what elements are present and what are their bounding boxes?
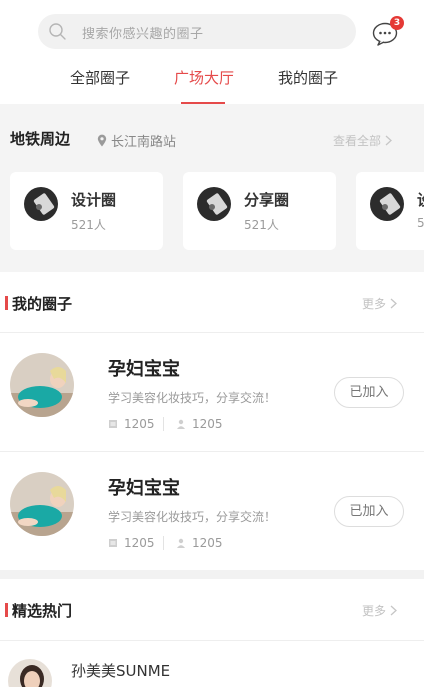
- my-groups-title: 我的圈子: [12, 295, 73, 313]
- nearby-card[interactable]: 设 5: [356, 172, 424, 250]
- my-groups-more-link[interactable]: 更多: [362, 295, 397, 312]
- group-avatar: [10, 472, 74, 536]
- search-bar[interactable]: 搜索你感兴趣的圈子: [38, 14, 356, 49]
- tab-plaza[interactable]: 广场大厅: [174, 67, 234, 88]
- heading-accent-bar: [5, 296, 8, 310]
- messages-button[interactable]: 3: [372, 16, 404, 46]
- card-name: 设: [417, 189, 424, 210]
- my-groups-section: 我的圈子 更多 孕妇宝宝 学习美容化妆技巧，分享交流！ 1205 1205 已加…: [0, 272, 424, 570]
- group-logo-icon: [197, 187, 231, 221]
- member-count: 1205: [176, 536, 223, 550]
- member-count-value: 1205: [192, 417, 223, 431]
- tab-bar: 全部圈子 广场大厅 我的圈子: [0, 64, 424, 104]
- group-logo-icon: [24, 187, 58, 221]
- user-icon: [177, 419, 185, 429]
- group-name: 孕妇宝宝: [108, 478, 180, 499]
- heading-accent-bar: [5, 603, 8, 617]
- card-count: 521人: [244, 218, 279, 232]
- group-name: 孕妇宝宝: [108, 359, 180, 380]
- card-count: 521人: [71, 218, 106, 232]
- card-count: 5: [417, 216, 424, 230]
- location-label[interactable]: 长江南路站: [97, 131, 176, 150]
- card-name: 设计圈: [71, 191, 117, 209]
- chevron-right-icon: [390, 605, 397, 616]
- tab-all-groups[interactable]: 全部圈子: [70, 67, 130, 88]
- top-header: 搜索你感兴趣的圈子 3 全部圈子 广场大厅 我的圈子: [0, 0, 424, 104]
- view-all-link[interactable]: 查看全部: [333, 132, 392, 149]
- group-avatar: [10, 353, 74, 417]
- hot-more-link[interactable]: 更多: [362, 602, 397, 619]
- chevron-right-icon: [390, 298, 397, 309]
- joined-button[interactable]: 已加入: [334, 377, 404, 408]
- search-placeholder: 搜索你感兴趣的圈子: [82, 27, 204, 42]
- view-all-label: 查看全部: [333, 134, 382, 148]
- posts-icon: [109, 420, 117, 428]
- location-pin-icon: [97, 134, 107, 147]
- group-item[interactable]: 孕妇宝宝 学习美容化妆技巧，分享交流！ 1205 1205 已加入: [0, 333, 424, 451]
- joined-button[interactable]: 已加入: [334, 496, 404, 527]
- group-description: 学习美容化妆技巧，分享交流！: [108, 510, 277, 524]
- post-count: 1205: [108, 417, 155, 431]
- group-item[interactable]: 孕妇宝宝 学习美容化妆技巧，分享交流！ 1205 1205 已加入: [0, 452, 424, 570]
- nearby-card[interactable]: 分享圈 521人: [183, 172, 336, 250]
- tab-my-groups[interactable]: 我的圈子: [278, 67, 338, 88]
- nearby-title: 地铁周边: [10, 130, 71, 148]
- more-label: 更多: [362, 297, 387, 311]
- hot-post-item[interactable]: 孙美美SUNME: [0, 641, 424, 687]
- post-count-value: 1205: [124, 536, 155, 550]
- search-icon: [49, 23, 66, 40]
- chevron-right-icon: [385, 135, 392, 146]
- more-label: 更多: [362, 604, 387, 618]
- post-count-value: 1205: [124, 417, 155, 431]
- user-name: 孙美美SUNME: [71, 662, 171, 680]
- user-icon: [177, 538, 185, 548]
- group-photo-image: [10, 353, 74, 417]
- section-heading: 精选热门: [0, 600, 72, 621]
- nearby-card[interactable]: 设计圈 521人: [10, 172, 163, 250]
- group-logo-icon: [370, 187, 404, 221]
- post-count: 1205: [108, 536, 155, 550]
- posts-icon: [109, 539, 117, 547]
- member-count: 1205: [176, 417, 223, 431]
- group-description: 学习美容化妆技巧，分享交流！: [108, 391, 277, 405]
- user-avatar: [8, 659, 52, 687]
- stat-separator: [163, 417, 164, 431]
- user-photo-image: [8, 659, 52, 687]
- hot-title: 精选热门: [12, 602, 73, 620]
- member-count-value: 1205: [192, 536, 223, 550]
- location-name: 长江南路站: [111, 135, 177, 150]
- nearby-section: 地铁周边 长江南路站 查看全部 设计圈 521人 分享圈 521人 5: [0, 104, 424, 272]
- message-badge: 3: [390, 16, 404, 30]
- section-heading: 我的圈子: [0, 293, 72, 314]
- stat-separator: [163, 536, 164, 550]
- card-name: 分享圈: [244, 191, 290, 209]
- group-photo-image: [10, 472, 74, 536]
